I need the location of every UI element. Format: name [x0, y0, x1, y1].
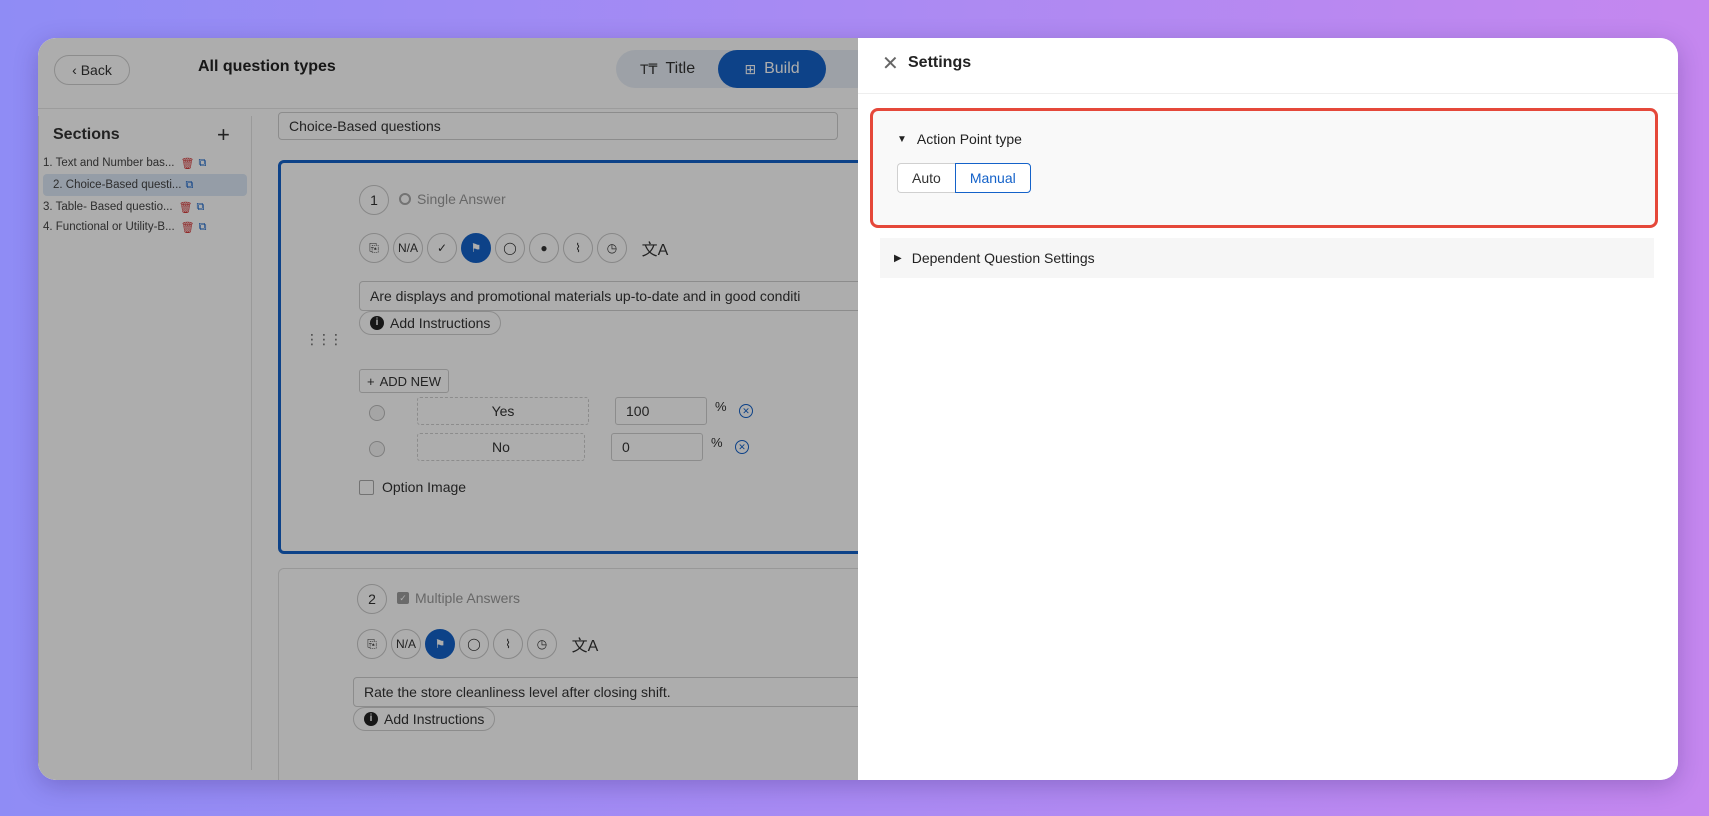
drawer-header: ✕ Settings — [858, 38, 1678, 94]
caret-right-icon: ▶ — [894, 252, 902, 264]
action-point-heading: Action Point type — [916, 131, 1022, 147]
dependent-settings-section: ▶ Dependent Question Settings — [880, 238, 1654, 278]
app-window: ‹ Back All question types T₸ Title ⊞ Bui… — [38, 38, 1678, 780]
settings-drawer: ✕ Settings ▼ Action Point type Auto Manu… — [858, 38, 1678, 780]
dependent-settings-heading: Dependent Question Settings — [911, 250, 1095, 266]
dependent-settings-toggle[interactable]: ▶ Dependent Question Settings — [894, 250, 1095, 266]
close-icon[interactable]: ✕ — [882, 51, 899, 76]
caret-down-icon: ▼ — [897, 133, 907, 145]
auto-option[interactable]: Auto — [897, 163, 955, 193]
manual-option[interactable]: Manual — [954, 163, 1031, 193]
modal-backdrop[interactable] — [38, 38, 858, 780]
action-point-toggle[interactable]: ▼ Action Point type — [897, 131, 1022, 147]
action-point-type-selector: Auto Manual — [897, 163, 1031, 193]
drawer-title: Settings — [908, 54, 972, 71]
action-point-section: ▼ Action Point type Auto Manual — [870, 108, 1658, 228]
form-builder: ‹ Back All question types T₸ Title ⊞ Bui… — [38, 38, 884, 780]
